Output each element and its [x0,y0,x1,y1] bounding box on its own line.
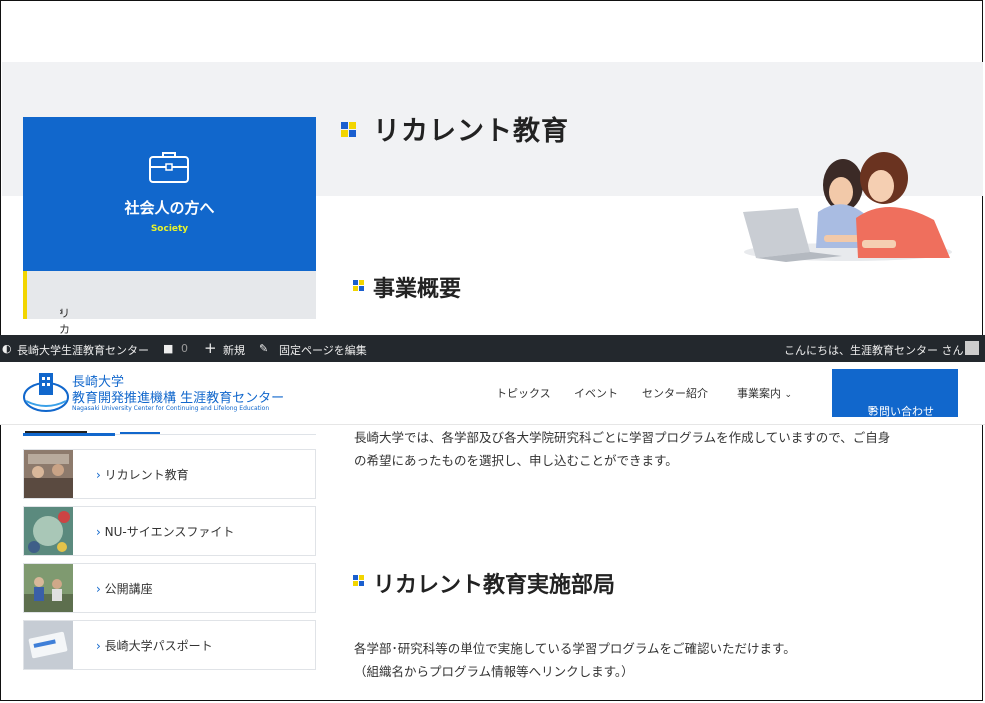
site-header: 長崎大学 教育開発推進機構 生涯教育センター Nagasaki Universi… [0,362,985,425]
page-title: リカレント教育 [373,116,569,147]
comment-icon[interactable]: ■ [163,342,173,355]
chevron-right-icon: › [96,582,101,596]
admin-new[interactable]: 新規 [223,342,245,358]
contact-button[interactable]: ✉ お問い合わせ [832,369,958,418]
briefcase-icon [149,152,189,183]
pickup-item-science-fight[interactable]: › NU-サイエンスファイト [23,506,316,556]
section-square-icon [353,575,365,587]
pickup-item-recurrent[interactable]: › リカレント教育 [23,449,316,499]
pickup-label: リカレント教育 [104,468,189,482]
avatar[interactable] [965,341,979,355]
thumbnail-image [24,564,73,612]
admin-bar: ◐ 長崎大学生涯教育センター ■ 0 + 新規 ✎ 固定ページを編集 こんにちは… [0,335,985,362]
wordpress-icon[interactable]: ◐ [2,342,12,355]
pickup-underline [23,433,115,436]
illustration-women-laptop [743,152,952,262]
pickup-divider [115,434,316,435]
admin-site-name[interactable]: 長崎大学生涯教育センター [17,342,149,358]
section-heading-departments: リカレント教育実施部局 [373,573,616,598]
departments-text-line1: 各学部･研究科等の単位で実施している学習プログラムをご確認いただけます。 [354,641,796,656]
comment-count[interactable]: 0 [181,342,188,355]
nav-topics[interactable]: トピックス [496,385,551,401]
nav-events[interactable]: イベント [574,385,618,401]
overview-text-line2: の希望にあったものを選択し、申し込むことができます。 [354,453,678,468]
thumbnail-image [24,621,73,669]
category-item-recurrent[interactable]: › リカレント教育 [23,271,316,416]
chevron-down-icon: ⌄ [784,390,793,400]
nav-center-intro[interactable]: センター紹介 [642,385,708,401]
logo-text-center[interactable]: 教育開発推進機構 生涯教育センター [72,387,284,406]
contact-label: お問い合わせ [868,405,934,418]
nav-services-label: 事業案内 [737,387,781,400]
thumbnail-image [24,507,73,555]
university-logo-icon[interactable] [22,371,70,413]
category-card-society[interactable]: 社会人の方へ Society [23,117,316,271]
chevron-right-icon: › [96,639,101,653]
pickup-label: NU-サイエンスファイト [104,525,235,539]
section-heading-overview: 事業概要 [373,277,462,302]
chevron-right-icon: › [96,468,101,482]
category-subtitle: Society [150,224,189,234]
chevron-right-icon: › [96,525,101,539]
nav-services[interactable]: 事業案内 ⌄ [737,385,792,401]
thumbnail-image [24,450,73,498]
pickup-label: 公開講座 [104,582,153,596]
plus-icon[interactable]: + [204,339,217,357]
departments-text-line2: （組織名からプログラム情報等へリンクします。） [354,664,634,679]
category-title: 社会人の方へ [124,199,215,217]
pickup-label: 長崎大学パスポート [104,639,213,653]
title-square-icon [341,122,357,138]
logo-text-english[interactable]: Nagasaki University Center for Continuin… [72,405,269,412]
pickup-item-public-lecture[interactable]: › 公開講座 [23,563,316,613]
pencil-icon[interactable]: ✎ [259,342,268,355]
pickup-item-passport[interactable]: › 長崎大学パスポート [23,620,316,670]
section-square-icon [353,280,365,292]
overview-text-line1: 長崎大学では、各学部及び各大学院研究科ごとに学習プログラムを作成していますので、… [354,430,891,445]
admin-edit-page[interactable]: 固定ページを編集 [279,342,367,358]
admin-greeting[interactable]: こんにちは、生涯教育センター さん [784,342,964,358]
